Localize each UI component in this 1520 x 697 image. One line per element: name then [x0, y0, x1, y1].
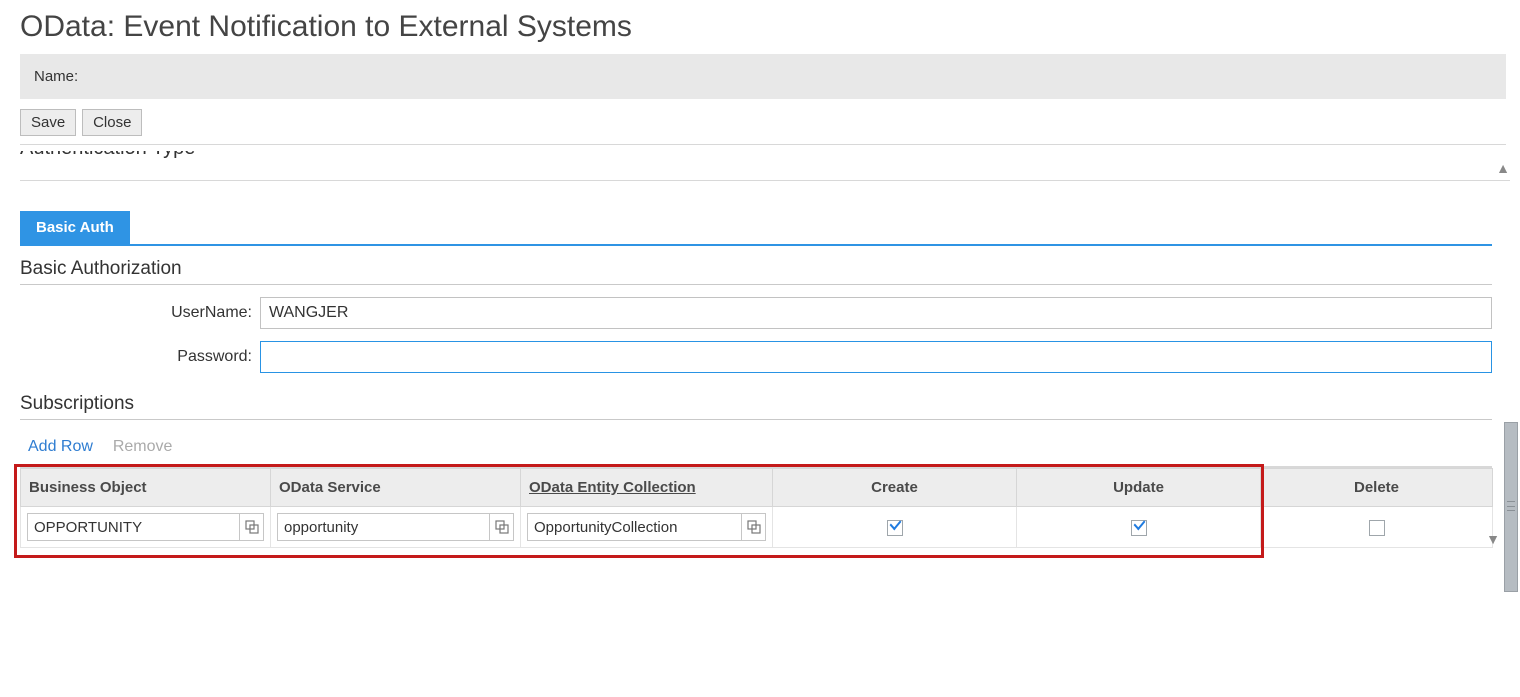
- password-label: Password:: [20, 348, 260, 366]
- subscriptions-heading: Subscriptions: [20, 393, 1492, 420]
- odata-service-input[interactable]: [278, 514, 489, 540]
- odata-service-field[interactable]: [277, 513, 514, 541]
- username-input[interactable]: [260, 297, 1492, 329]
- th-odata-entity-collection[interactable]: OData Entity Collection: [521, 469, 773, 507]
- tab-strip: Basic Auth: [20, 211, 1510, 246]
- business-object-field[interactable]: [27, 513, 264, 541]
- update-checkbox[interactable]: [1131, 520, 1147, 536]
- subscriptions-table: Business Object OData Service OData Enti…: [20, 468, 1493, 548]
- business-object-input[interactable]: [28, 514, 239, 540]
- tab-basic-auth[interactable]: Basic Auth: [20, 211, 130, 244]
- table-row[interactable]: [21, 507, 1493, 548]
- divider: [20, 144, 1506, 145]
- basic-auth-heading: Basic Authorization: [20, 258, 1492, 285]
- subscriptions-toolbar: Add Row Remove: [20, 428, 1492, 468]
- clipped-section: Authentication Type ▲: [20, 151, 1510, 181]
- value-help-icon[interactable]: [239, 514, 263, 540]
- create-checkbox[interactable]: [887, 520, 903, 536]
- scrollbar-thumb[interactable]: [1504, 422, 1518, 592]
- odata-entity-collection-input[interactable]: [528, 514, 741, 540]
- th-update[interactable]: Update: [1017, 469, 1261, 507]
- value-help-icon[interactable]: [489, 514, 513, 540]
- save-button[interactable]: Save: [20, 109, 76, 136]
- toolbar: Save Close: [20, 109, 1520, 136]
- odata-entity-collection-field[interactable]: [527, 513, 766, 541]
- delete-checkbox[interactable]: [1369, 520, 1385, 536]
- close-button[interactable]: Close: [82, 109, 142, 136]
- name-bar: Name:: [20, 54, 1506, 99]
- scroll-down-icon[interactable]: ▼: [1486, 532, 1500, 546]
- value-help-icon[interactable]: [741, 514, 765, 540]
- th-business-object[interactable]: Business Object: [21, 469, 271, 507]
- th-create[interactable]: Create: [773, 469, 1017, 507]
- add-row-button[interactable]: Add Row: [20, 434, 101, 460]
- password-input[interactable]: [260, 341, 1492, 373]
- th-delete[interactable]: Delete: [1261, 469, 1493, 507]
- page-title: OData: Event Notification to External Sy…: [20, 10, 1520, 44]
- username-label: UserName:: [20, 304, 260, 322]
- th-odata-service[interactable]: OData Service: [271, 469, 521, 507]
- remove-button[interactable]: Remove: [105, 434, 181, 460]
- table-header-row: Business Object OData Service OData Enti…: [21, 469, 1493, 507]
- tab-underline: [20, 244, 1492, 246]
- scroll-up-icon[interactable]: ▲: [1496, 161, 1510, 175]
- auth-type-heading: Authentication Type: [20, 151, 195, 160]
